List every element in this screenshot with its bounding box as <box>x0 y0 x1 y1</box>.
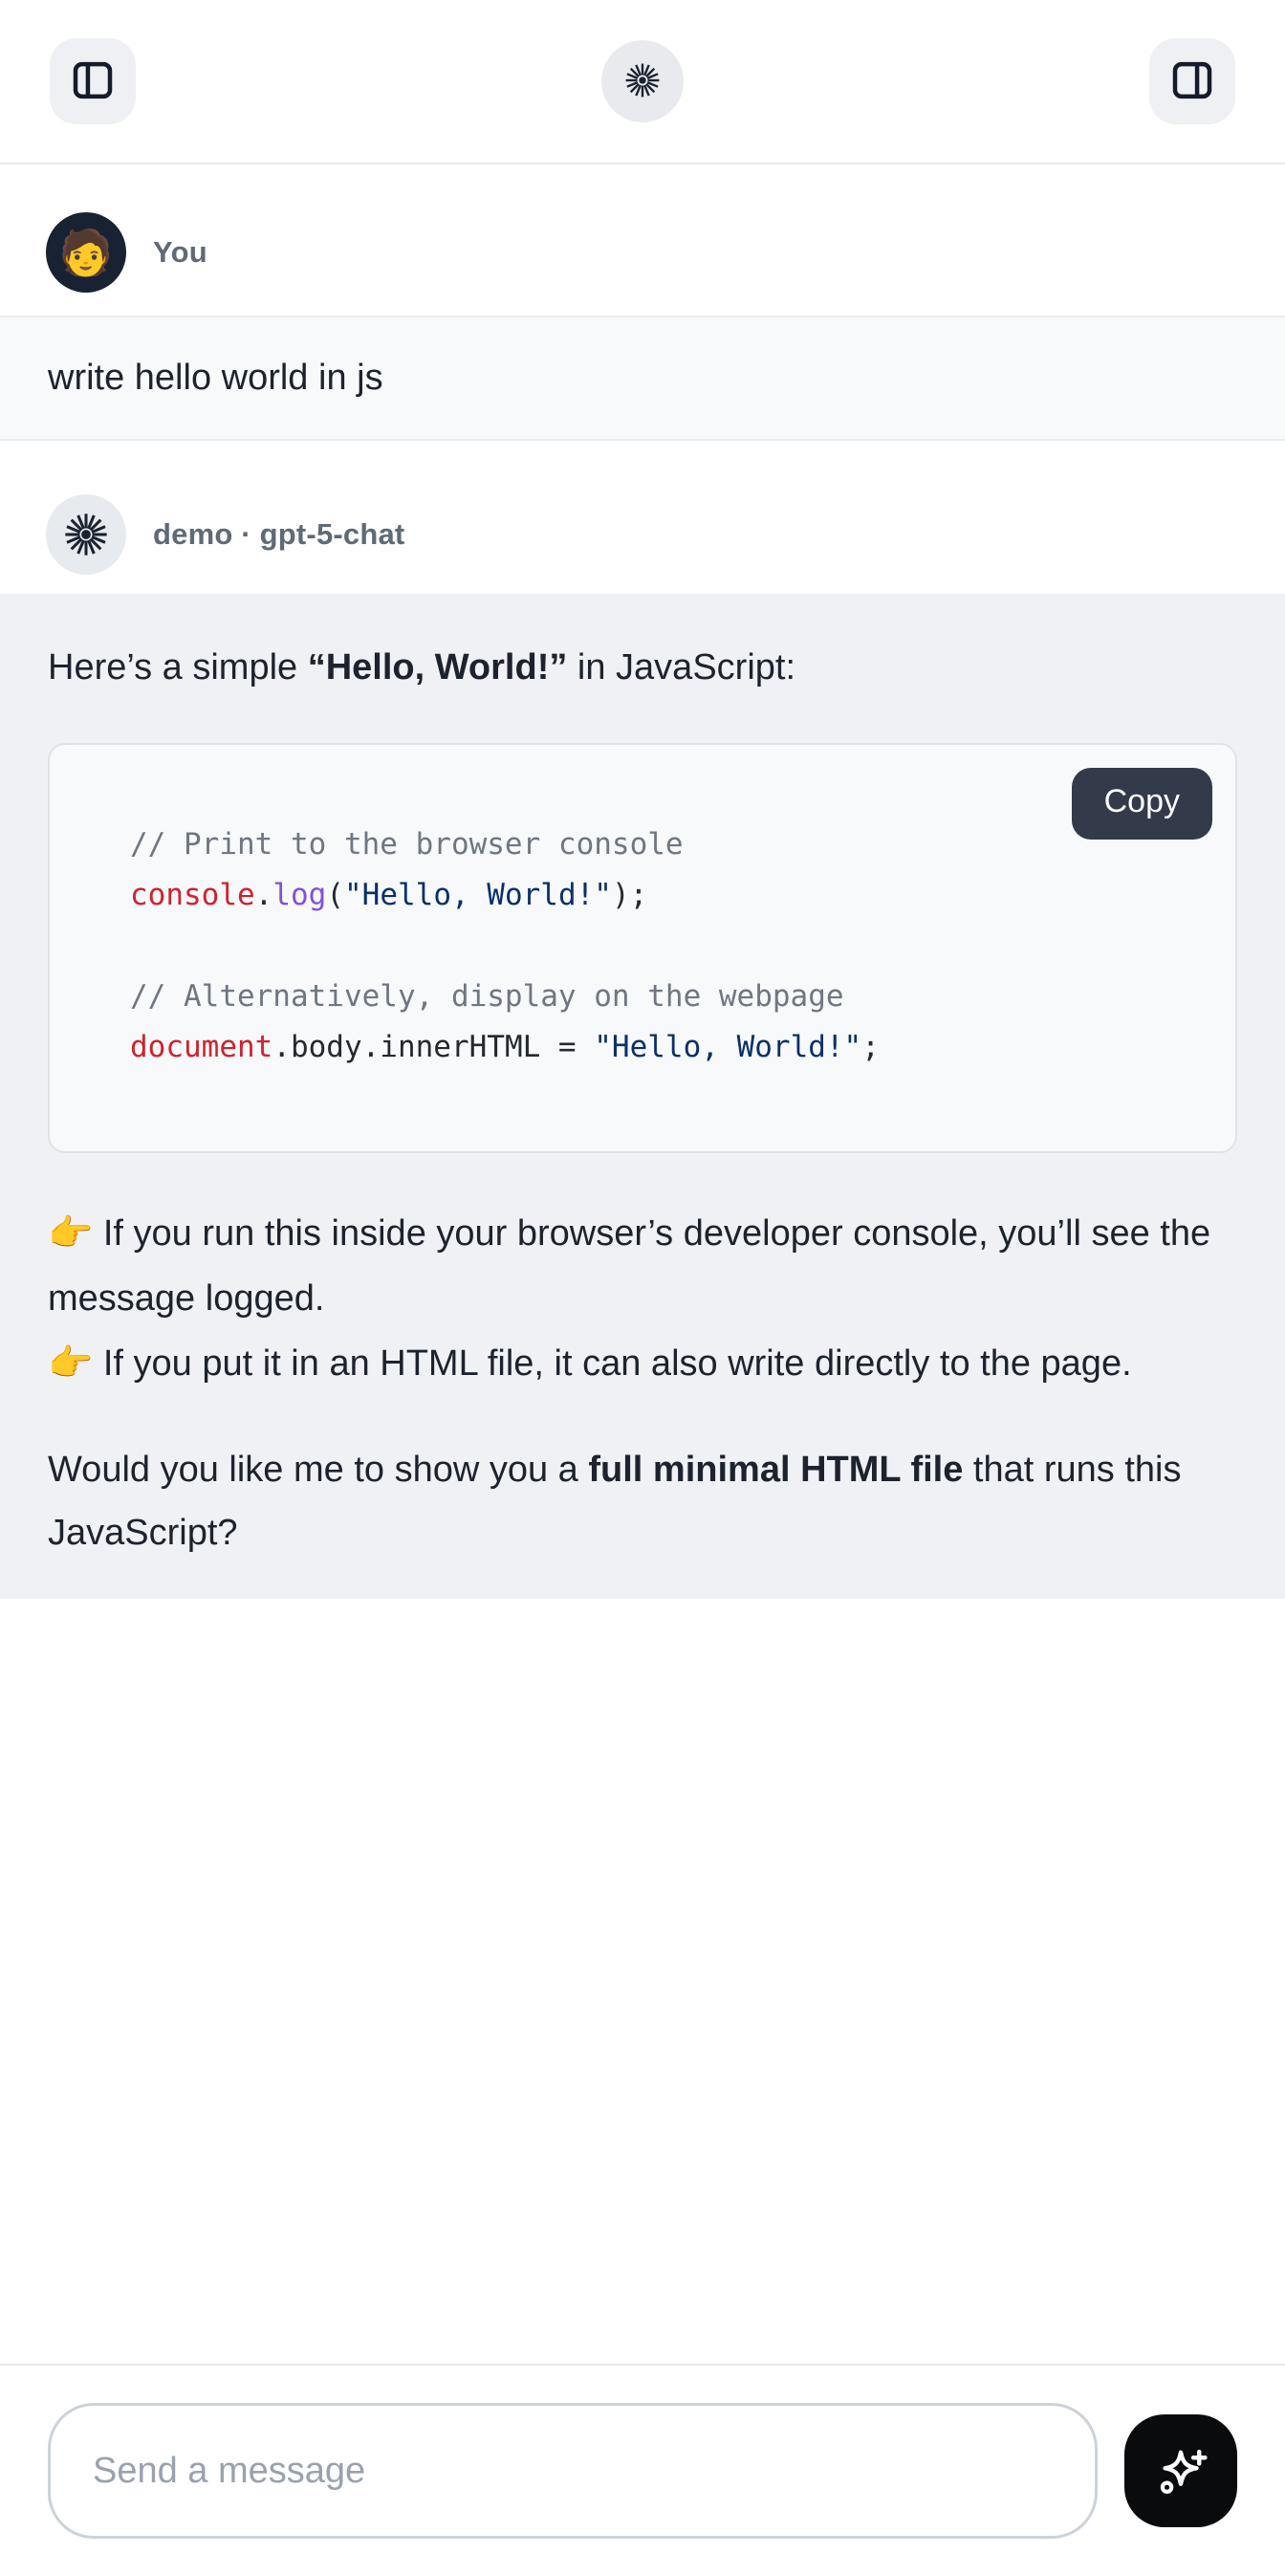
question-bold-text: full minimal HTML file <box>588 1450 963 1490</box>
code-comment-line: // Alternatively, display on the webpage <box>130 979 844 1014</box>
panel-right-icon <box>1166 55 1218 109</box>
assistant-message: Here’s a simple “Hello, World!” in JavaS… <box>0 594 1285 1599</box>
assistant-intro-paragraph: Here’s a simple “Hello, World!” in JavaS… <box>48 636 1237 699</box>
user-message: write hello world in js <box>0 316 1285 441</box>
code-comment-line: // Print to the browser console <box>130 827 684 862</box>
starburst-icon <box>61 510 111 559</box>
assistant-tips-paragraph: 👉 If you run this inside your browser’s … <box>48 1201 1237 1396</box>
intro-text: Here’s a simple <box>48 647 308 688</box>
message-input[interactable] <box>48 2403 1098 2539</box>
copy-code-button[interactable]: Copy <box>1072 768 1212 840</box>
sparkle-icon <box>1149 2439 1212 2502</box>
code-token: . <box>255 878 273 912</box>
send-button[interactable] <box>1124 2414 1237 2527</box>
code-token: "Hello, World!" <box>594 1030 861 1064</box>
tip-line-2: 👉 If you put it in an HTML file, it can … <box>48 1343 1132 1384</box>
model-menu-button[interactable] <box>601 40 684 122</box>
code-token: ); <box>612 878 647 912</box>
intro-text-after: in JavaScript: <box>567 647 795 688</box>
code-content: // Print to the browser console console.… <box>130 819 1155 1073</box>
code-token: ; <box>861 1030 880 1064</box>
assistant-sender-name: demo · gpt-5-chat <box>153 517 404 552</box>
sidebar-toggle-button[interactable] <box>50 38 136 124</box>
user-avatar-emoji: 🧑 <box>58 230 113 274</box>
tip-line-1: 👉 If you run this inside your browser’s … <box>48 1213 1210 1319</box>
right-panel-toggle-button[interactable] <box>1149 38 1235 124</box>
question-text: Would you like me to show you a <box>48 1450 588 1490</box>
starburst-icon <box>621 59 664 104</box>
intro-bold-text: “Hello, World!” <box>308 647 568 688</box>
code-token: document <box>130 1030 272 1064</box>
panel-left-icon <box>67 55 119 109</box>
top-bar <box>0 0 1285 164</box>
assistant-message-header: demo · gpt-5-chat <box>0 441 1285 594</box>
user-avatar: 🧑 <box>46 212 126 293</box>
user-message-header: 🧑 You <box>0 164 1285 316</box>
user-message-text: write hello world in js <box>48 358 383 398</box>
code-token: console <box>130 878 255 912</box>
assistant-question-paragraph: Would you like me to show you a full min… <box>48 1438 1237 1564</box>
assistant-avatar <box>46 494 126 575</box>
code-token: log <box>272 878 326 912</box>
code-token: .body.innerHTML = <box>272 1030 594 1064</box>
user-sender-name: You <box>153 235 207 270</box>
code-token: "Hello, World!" <box>344 878 612 912</box>
code-block: Copy // Print to the browser console con… <box>48 743 1237 1153</box>
chat-app: 🧑 You write hello world in js <box>0 0 1285 2576</box>
composer-bar <box>0 2364 1285 2576</box>
code-token: ( <box>326 878 344 912</box>
